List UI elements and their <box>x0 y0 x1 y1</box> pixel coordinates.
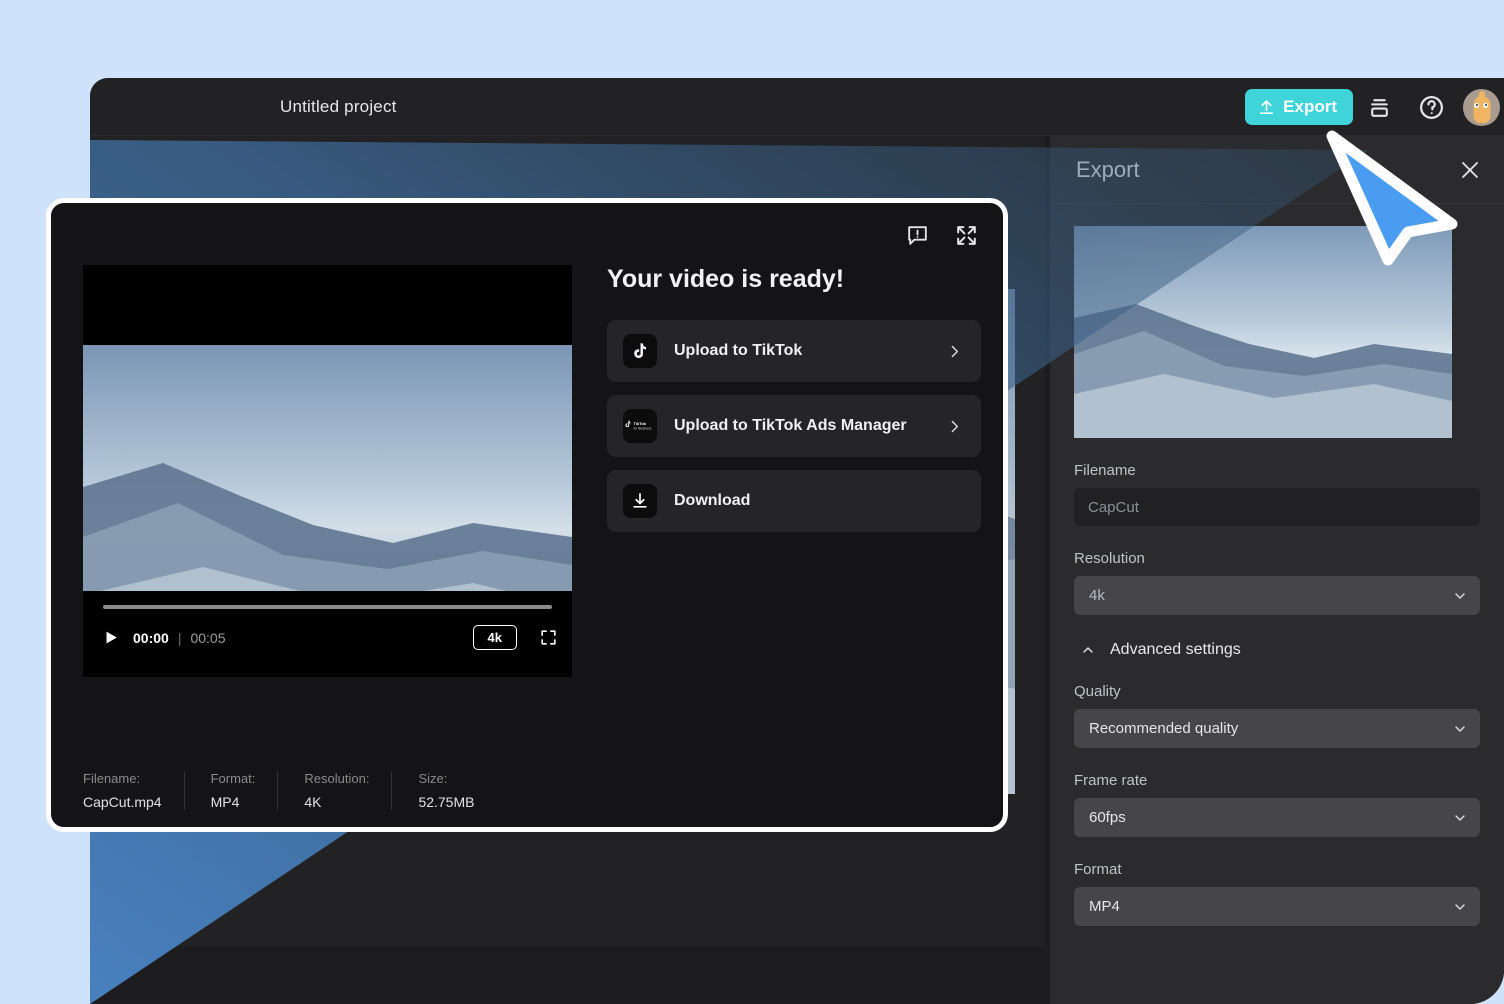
resolution-value: 4k <box>1089 587 1105 604</box>
export-complete-modal: Look at that one covered with snow, and … <box>46 198 1008 832</box>
app-topbar: Untitled project Export <box>90 78 1504 136</box>
export-panel-body: Filename CapCut Resolution 4k Advanced s… <box>1050 204 1504 926</box>
close-icon[interactable] <box>1458 158 1482 182</box>
action-label: Upload to TikTok Ads Manager <box>674 417 907 434</box>
export-button[interactable]: Export <box>1245 89 1353 125</box>
svg-text:for Business: for Business <box>634 427 652 431</box>
meta-item: Format: MP4 <box>183 771 278 810</box>
file-metadata-row: Filename: CapCut.mp4 Format: MP4 Resolut… <box>83 771 573 810</box>
export-panel-title: Export <box>1076 156 1140 182</box>
meta-label: Filename: <box>83 771 141 786</box>
avatar-pupil-left <box>1476 103 1478 106</box>
layout-icon[interactable] <box>1353 78 1405 136</box>
chevron-right-icon <box>946 418 963 435</box>
upload-to-tiktok-ads-manager-button[interactable]: TikTok for Business Upload to TikTok Ads… <box>607 395 981 457</box>
current-time: 00:00 <box>133 629 169 646</box>
export-panel: Export Filename CapCut Resolution 4k Adv… <box>1050 136 1504 1004</box>
export-button-label: Export <box>1283 97 1337 116</box>
tiktok-business-icon: TikTok for Business <box>623 409 657 443</box>
quality-value: Recommended quality <box>1089 720 1239 737</box>
meta-value: 4K <box>304 794 322 810</box>
total-time: 00:05 <box>190 629 226 646</box>
screenshot-root: Untitled project Export Export Filename … <box>0 0 1504 1004</box>
modal-player-column: Look at that one covered with snow, and … <box>83 265 572 750</box>
meta-value: CapCut.mp4 <box>83 794 162 810</box>
frame-rate-select[interactable]: 60fps <box>1074 798 1480 837</box>
seek-bar[interactable] <box>103 605 552 609</box>
filename-label: Filename <box>1074 462 1136 479</box>
chevron-down-icon <box>1452 899 1468 915</box>
chevron-down-icon <box>1452 721 1468 737</box>
advanced-settings-toggle[interactable]: Advanced settings <box>1080 641 1480 659</box>
play-button[interactable] <box>101 628 133 647</box>
quality-label: Quality <box>1074 683 1121 700</box>
fullscreen-icon[interactable] <box>539 628 558 647</box>
frame-rate-value: 60fps <box>1089 809 1126 826</box>
meta-label: Resolution: <box>304 771 370 786</box>
player-controls: 00:00 | 00:05 4k <box>83 591 572 677</box>
chevron-down-icon <box>1452 588 1468 604</box>
download-icon <box>623 484 657 518</box>
video-player: Look at that one covered with snow, and … <box>83 265 572 677</box>
quality-select[interactable]: Recommended quality <box>1074 709 1480 748</box>
format-value: MP4 <box>1089 898 1120 915</box>
controls-row: 00:00 | 00:05 4k <box>101 625 558 650</box>
modal-heading: Your video is ready! <box>607 265 845 293</box>
tiktok-icon <box>623 334 657 368</box>
svg-text:TikTok: TikTok <box>634 421 647 426</box>
download-button[interactable]: Download <box>607 470 981 532</box>
page-title: Untitled project <box>280 96 397 116</box>
action-label: Download <box>674 492 751 509</box>
meta-label: Size: <box>418 771 448 786</box>
chevron-up-icon <box>1080 642 1096 658</box>
filename-input[interactable]: CapCut <box>1074 488 1480 526</box>
resolution-select[interactable]: 4k <box>1074 576 1480 615</box>
upload-to-tiktok-button[interactable]: Upload to TikTok <box>607 320 981 382</box>
meta-label: Format: <box>210 771 256 786</box>
avatar-head <box>1473 95 1490 123</box>
chevron-right-icon <box>946 343 963 360</box>
time-separator: | <box>177 629 182 646</box>
frame-rate-label: Frame rate <box>1074 772 1148 789</box>
meta-value: MP4 <box>210 794 240 810</box>
meta-item: Resolution: 4K <box>277 771 391 810</box>
avatar[interactable] <box>1463 88 1500 126</box>
collapse-icon[interactable] <box>954 223 979 248</box>
export-thumbnail <box>1074 226 1452 438</box>
meta-value: 52.75MB <box>418 794 475 810</box>
advanced-settings-label: Advanced settings <box>1110 641 1241 658</box>
topbar-actions: Export <box>1245 78 1504 136</box>
help-circle-icon[interactable] <box>1405 78 1457 136</box>
format-select[interactable]: MP4 <box>1074 887 1480 926</box>
modal-top-icons <box>905 223 979 248</box>
chevron-down-icon <box>1452 810 1468 826</box>
upload-icon <box>1258 99 1275 116</box>
action-label: Upload to TikTok <box>674 342 803 359</box>
avatar-pupil-right <box>1485 103 1487 106</box>
meta-item: Size: 52.75MB <box>391 771 496 810</box>
export-panel-header: Export <box>1050 136 1504 204</box>
format-label: Format <box>1074 861 1122 878</box>
resolution-label: Resolution <box>1074 550 1145 567</box>
feedback-icon[interactable] <box>905 223 930 248</box>
resolution-chip[interactable]: 4k <box>472 625 517 650</box>
meta-item: Filename: CapCut.mp4 <box>83 771 184 810</box>
modal-actions-column: Your video is ready! Upload to TikTok Ti… <box>607 265 981 545</box>
